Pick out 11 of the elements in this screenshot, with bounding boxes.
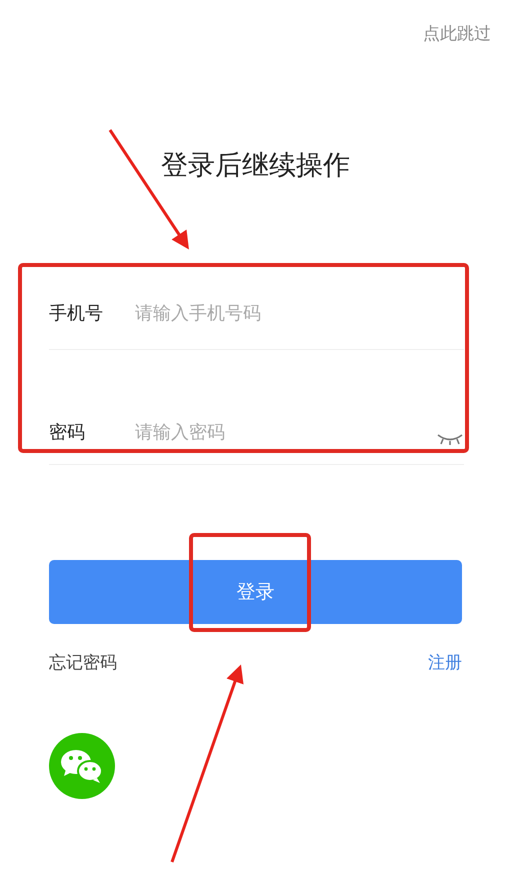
register-link[interactable]: 注册 bbox=[428, 651, 462, 676]
wechat-icon[interactable] bbox=[49, 732, 115, 798]
field-label: 手机号 bbox=[49, 302, 104, 326]
page-title: 登录后继续操作 bbox=[160, 148, 351, 182]
field-label: 密码 bbox=[49, 421, 86, 445]
login-button[interactable]: 登录 bbox=[49, 560, 462, 624]
forgot-password-link[interactable]: 忘记密码 bbox=[49, 651, 117, 676]
skip-link[interactable]: 点此跳过 bbox=[423, 22, 491, 48]
password-field[interactable]: 请输入密码 bbox=[135, 419, 436, 446]
eye-closed-icon[interactable] bbox=[436, 432, 464, 446]
phone-field[interactable]: 请输入手机号码 bbox=[135, 300, 464, 327]
